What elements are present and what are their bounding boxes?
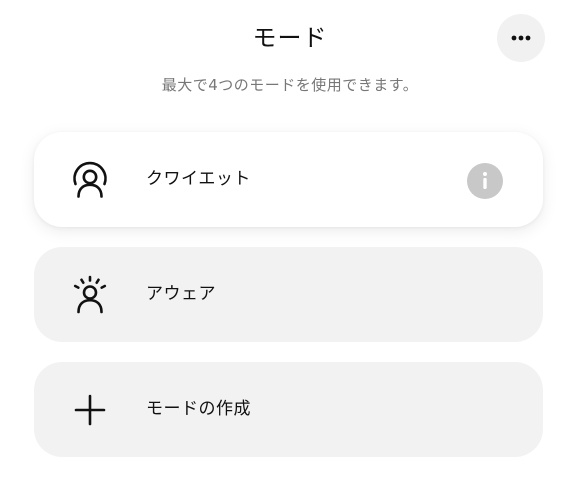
mode-card-quiet[interactable]: クワイエット xyxy=(34,132,543,227)
mode-card-aware[interactable]: アウェア xyxy=(34,247,543,342)
more-horizontal-icon xyxy=(511,35,531,41)
more-options-button[interactable] xyxy=(497,14,545,62)
mode-limit-subtitle: 最大で4つのモードを使用できます。 xyxy=(161,76,419,94)
mode-label: アウェア xyxy=(146,284,216,304)
mode-label: クワイエット xyxy=(146,169,251,189)
info-button[interactable] xyxy=(467,163,503,199)
quiet-person-icon xyxy=(70,160,110,200)
create-mode-card[interactable]: モードの作成 xyxy=(34,362,543,457)
mode-list: クワイエット アウェア モードの作成 xyxy=(34,132,543,477)
info-icon xyxy=(483,172,487,189)
header: モード 最大で4つのモードを使用できます。 xyxy=(0,0,580,110)
aware-person-icon xyxy=(70,275,110,315)
page-title: モード xyxy=(252,24,328,52)
mode-label: モードの作成 xyxy=(146,399,251,419)
plus-icon xyxy=(70,390,110,430)
